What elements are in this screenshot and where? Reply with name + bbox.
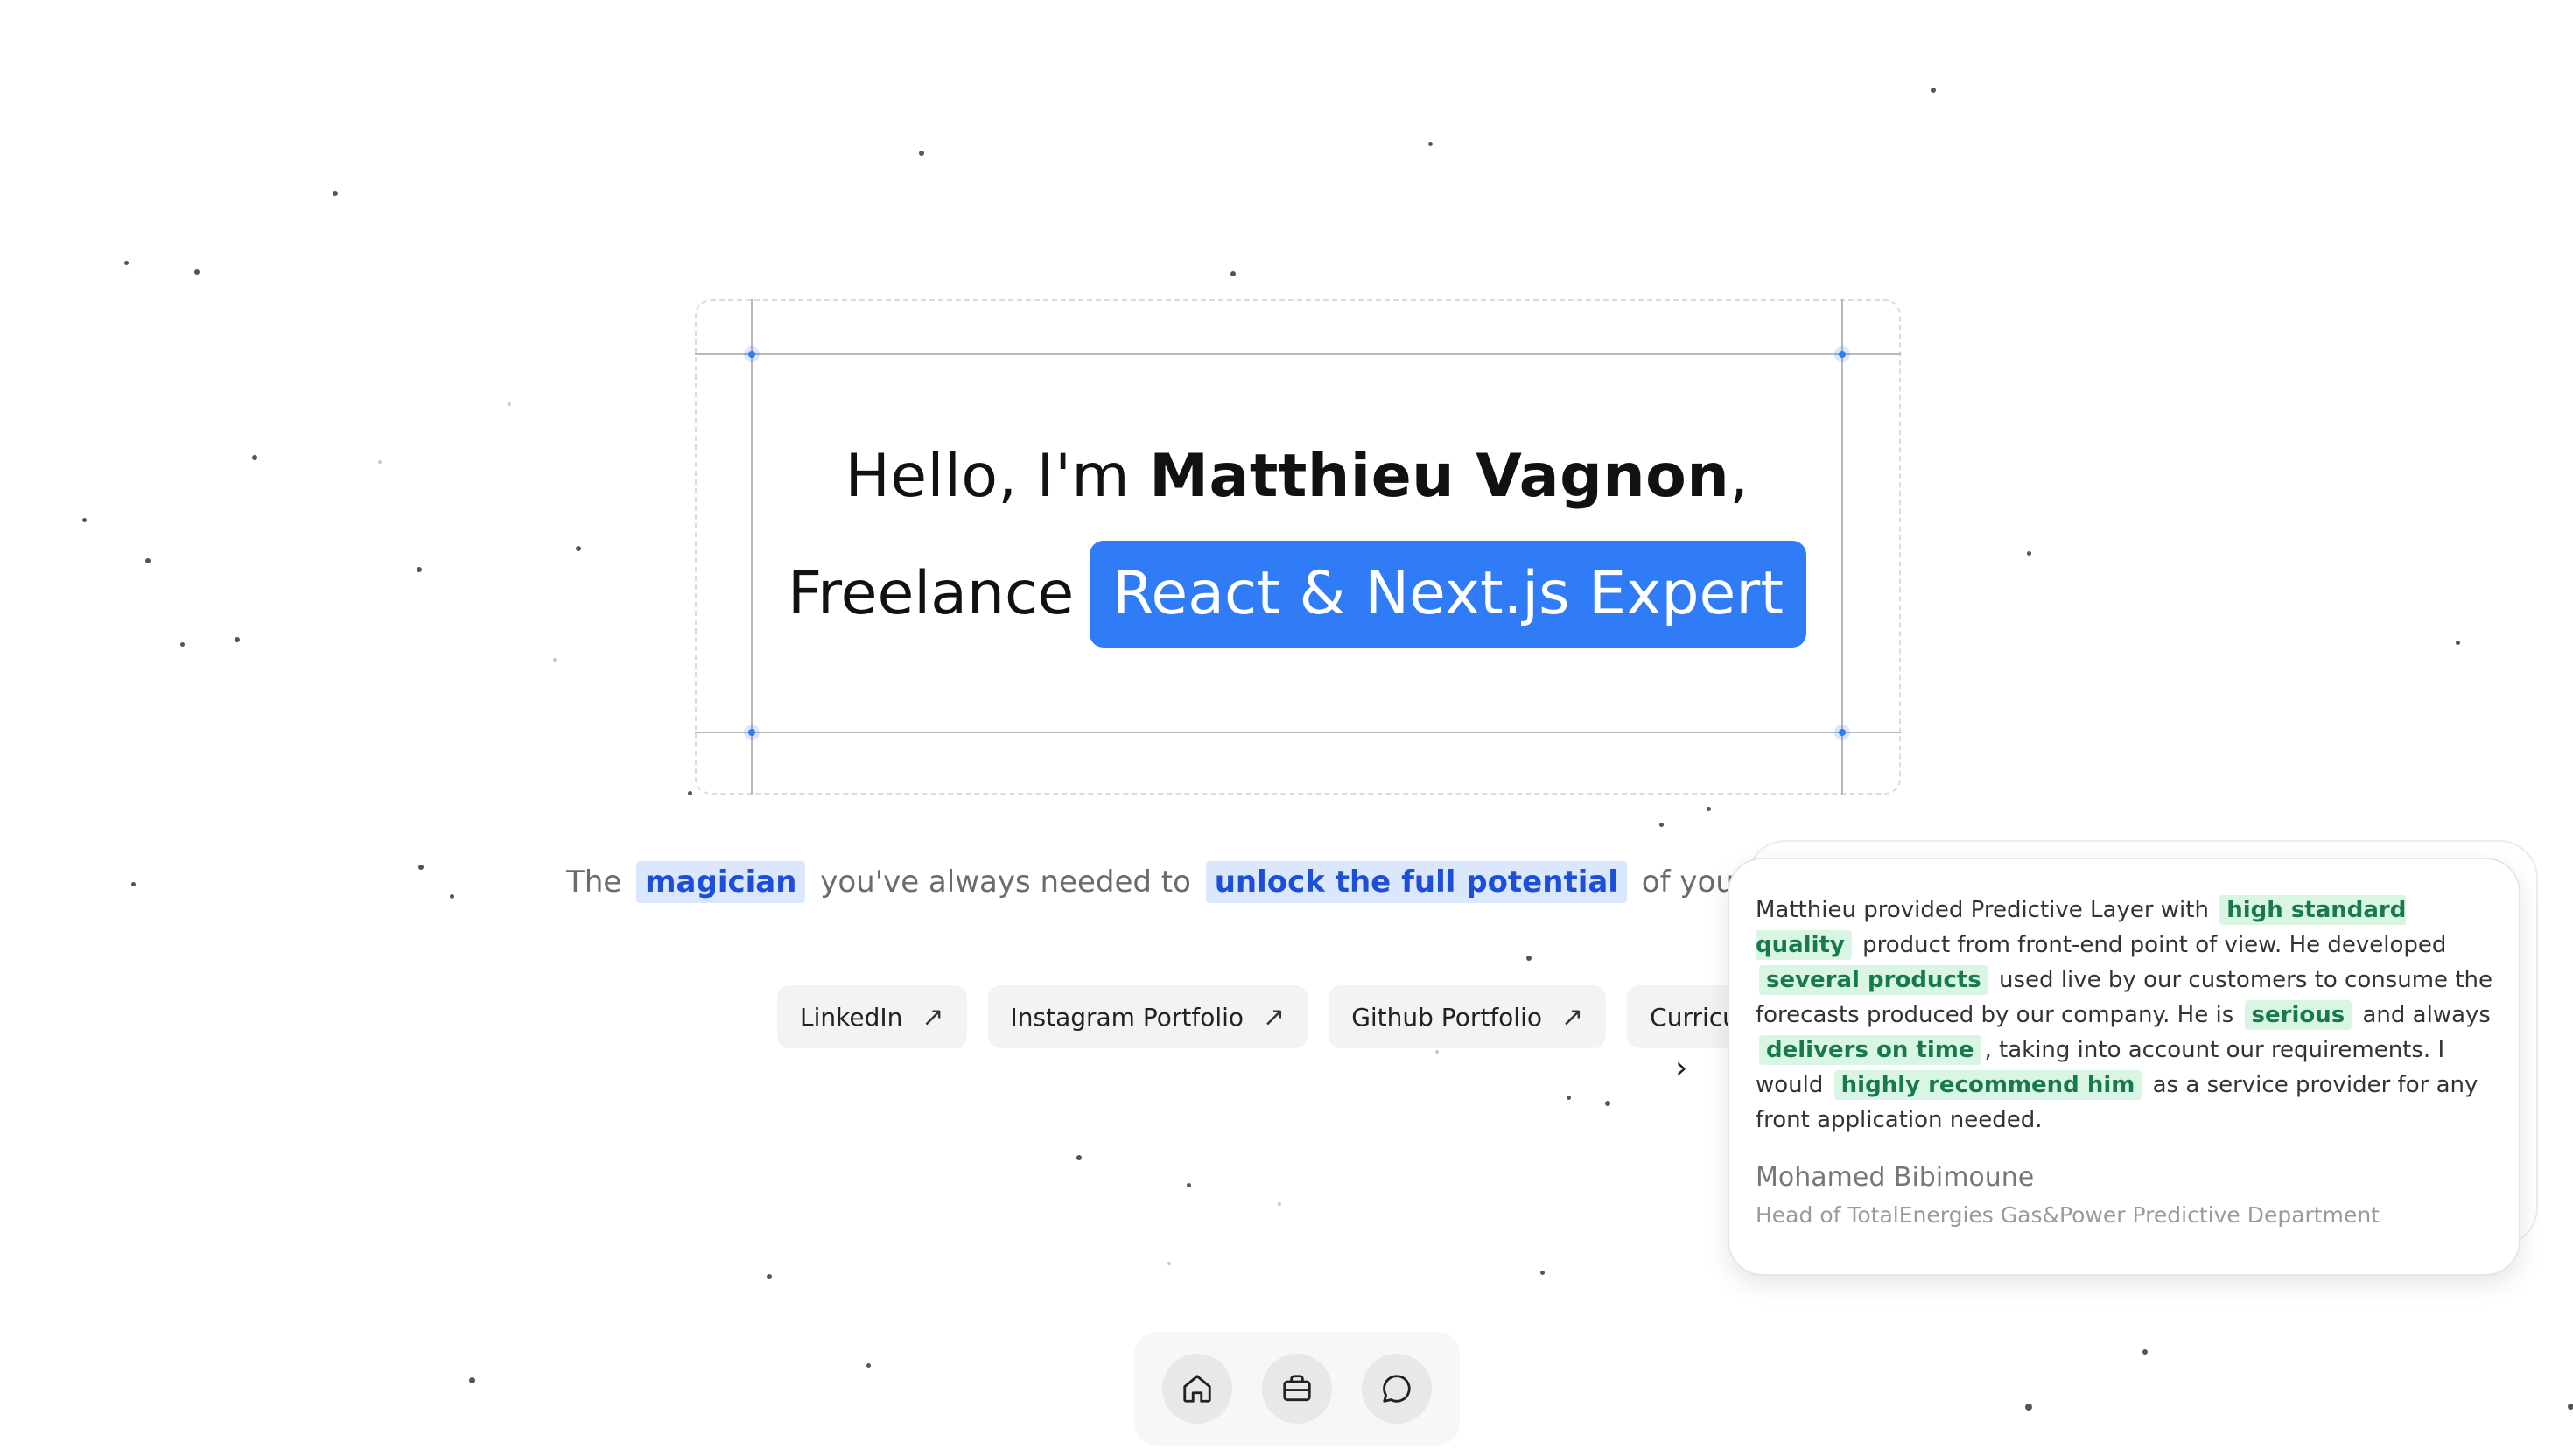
linkedin-label: LinkedIn [800,1002,903,1032]
tagline-text-1: The [566,864,622,900]
star-dot [1230,271,1236,276]
star-dot [417,567,422,572]
quote-text: Matthieu provided Predictive Layer with [1756,897,2209,923]
hero-role-prefix: Freelance [788,559,1075,628]
tagline-highlight-magician: magician [636,861,806,903]
star-dot [1540,1270,1545,1275]
star-dot [2456,640,2460,645]
tagline-text-2: you've always needed to [820,864,1191,900]
hero-role-highlight: React & Next.js Expert [1090,541,1806,648]
star-dot [2027,551,2031,556]
star-dot [1187,1183,1191,1187]
star-dot [1659,822,1664,827]
star-dot [576,546,581,551]
guide-line-top [695,354,1901,355]
instagram-label: Instagram Portfolio [1010,1002,1244,1032]
star-dot [378,460,382,464]
chevron-right-icon[interactable]: › [1675,1050,1687,1086]
star-dot [508,402,511,406]
star-dot [469,1377,475,1383]
star-dot [1278,1202,1281,1206]
instagram-portfolio-link[interactable]: Instagram Portfolio ↗ [987,985,1308,1048]
portfolio-button[interactable] [1262,1354,1332,1424]
arrow-up-right-icon: ↗ [922,1001,944,1032]
star-dot [235,637,240,642]
social-links: LinkedIn ↗ Instagram Portfolio ↗ Github … [777,985,1847,1048]
star-dot [919,150,924,156]
star-dot [1931,88,1936,93]
quote-highlight: highly recommend him [1833,1070,2142,1100]
testimonial-author: Mohamed Bibimoune [1756,1162,2035,1193]
github-portfolio-link[interactable]: Github Portfolio ↗ [1329,985,1607,1048]
hero-name: Matthieu Vagnon [1149,442,1730,511]
github-label: Github Portfolio [1351,1002,1542,1032]
frame-handle-top-right [1839,351,1846,358]
quote-highlight: several products [1759,965,1988,995]
star-dot [1428,142,1433,146]
star-dot [124,261,129,265]
arrow-up-right-icon: ↗ [1561,1001,1584,1032]
guide-line-bottom [695,732,1901,733]
hero-greeting: Hello, I'm [845,442,1150,511]
hero-subheading: Freelance React & Next.js Expert [751,541,1843,648]
star-dot [194,270,200,275]
briefcase-icon [1283,1375,1311,1402]
star-dot [145,558,151,564]
tagline-highlight-potential: unlock the full potential [1205,861,1627,903]
star-dot [252,455,257,460]
star-dot [2142,1349,2148,1354]
star-dot [333,191,338,196]
testimonial-card: Matthieu provided Predictive Layer with … [1728,858,2520,1276]
star-dot [1567,1096,1571,1100]
linkedin-link[interactable]: LinkedIn ↗ [777,985,967,1048]
quote-text: product from front-end point of view. He… [1862,932,2447,958]
star-dot [767,1274,772,1279]
quote-text: and always [2362,1002,2491,1028]
hero-comma: , [1729,442,1749,511]
contact-button[interactable] [1362,1354,1432,1424]
quote-highlight: serious [2244,1000,2352,1030]
arrow-up-right-icon: ↗ [1263,1001,1286,1032]
star-dot [1605,1101,1610,1106]
star-dot [180,642,185,647]
frame-handle-bottom-right [1839,729,1846,736]
frame-handle-top-left [748,351,755,358]
star-dot [688,791,692,795]
star-dot [1526,956,1532,961]
testimonial-quote: Matthieu provided Predictive Layer with … [1756,892,2508,1138]
star-dot [82,518,87,522]
star-dot [866,1363,871,1368]
star-dot [1167,1262,1171,1265]
home-icon [1183,1375,1211,1403]
star-dot [1435,1050,1439,1054]
hero-heading: Hello, I'm Matthieu Vagnon, [751,429,1843,525]
home-button[interactable] [1162,1354,1232,1424]
star-dot [1707,807,1711,811]
frame-handle-bottom-left [748,729,755,736]
quote-highlight: delivers on time [1759,1035,1981,1065]
star-dot [2025,1404,2032,1410]
star-dot [1076,1155,1082,1160]
chat-bubble-icon [1383,1375,1411,1403]
testimonial-author-role: Head of TotalEnergies Gas&Power Predicti… [1756,1202,2380,1228]
star-dot [2568,1404,2573,1410]
star-dot [553,658,557,662]
bottom-nav-dock [1134,1332,1460,1446]
